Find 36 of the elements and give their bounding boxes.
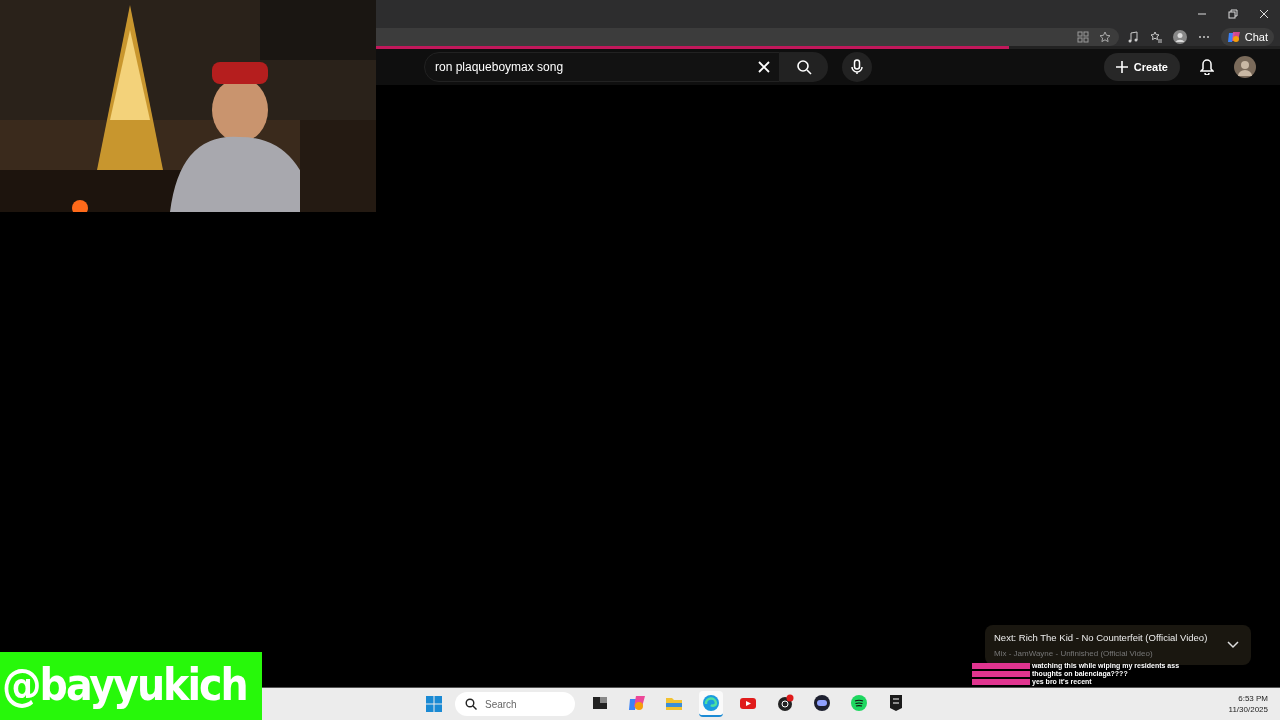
copilot-icon — [628, 694, 646, 712]
username-tag: @bayyukich — [0, 652, 262, 720]
plus-icon — [1115, 61, 1128, 73]
search-field[interactable]: ron plaqueboymax song — [424, 52, 780, 82]
favorites-icon[interactable] — [1149, 31, 1162, 43]
more-icon[interactable] — [1197, 35, 1210, 39]
profile-icon[interactable] — [1172, 30, 1187, 44]
copilot-icon — [1226, 30, 1241, 44]
bell-icon[interactable] — [1200, 59, 1214, 75]
avatar-icon[interactable] — [1234, 56, 1256, 78]
next-video-title: Next: Rich The Kid - No Counterfeit (Official Video) — [994, 632, 1209, 643]
search-icon — [465, 698, 477, 710]
microphone-icon — [851, 59, 863, 75]
chevron-down-icon[interactable] — [1227, 641, 1239, 649]
taskbar-search[interactable]: Search — [455, 692, 575, 716]
close-icon[interactable] — [1259, 9, 1269, 19]
clock-time[interactable]: 6:53 PM — [1238, 694, 1268, 703]
window-icon — [591, 694, 609, 712]
record-icon — [776, 694, 794, 712]
music-app-icon — [850, 694, 868, 712]
voice-search-button[interactable] — [842, 52, 872, 82]
star-icon[interactable] — [1098, 31, 1111, 43]
search-placeholder[interactable]: Search — [485, 698, 517, 710]
restore-icon[interactable] — [1228, 9, 1238, 19]
clear-icon[interactable] — [757, 60, 771, 74]
shield-icon — [887, 694, 905, 712]
search-button[interactable] — [780, 52, 828, 82]
playlist-title: Mix - JamWayne - Unfinished (Official Video) — [994, 649, 1154, 658]
start-icon[interactable] — [426, 696, 442, 712]
clock-date[interactable]: 11/30/2025 — [1228, 705, 1268, 714]
music-icon[interactable] — [1126, 31, 1139, 43]
grid-icon[interactable] — [1076, 31, 1089, 43]
search-query[interactable]: ron plaqueboymax song — [435, 60, 757, 74]
create-button[interactable]: Create — [1103, 53, 1180, 81]
search-icon — [796, 59, 812, 75]
copilot-button[interactable]: Chat — [1220, 28, 1274, 46]
